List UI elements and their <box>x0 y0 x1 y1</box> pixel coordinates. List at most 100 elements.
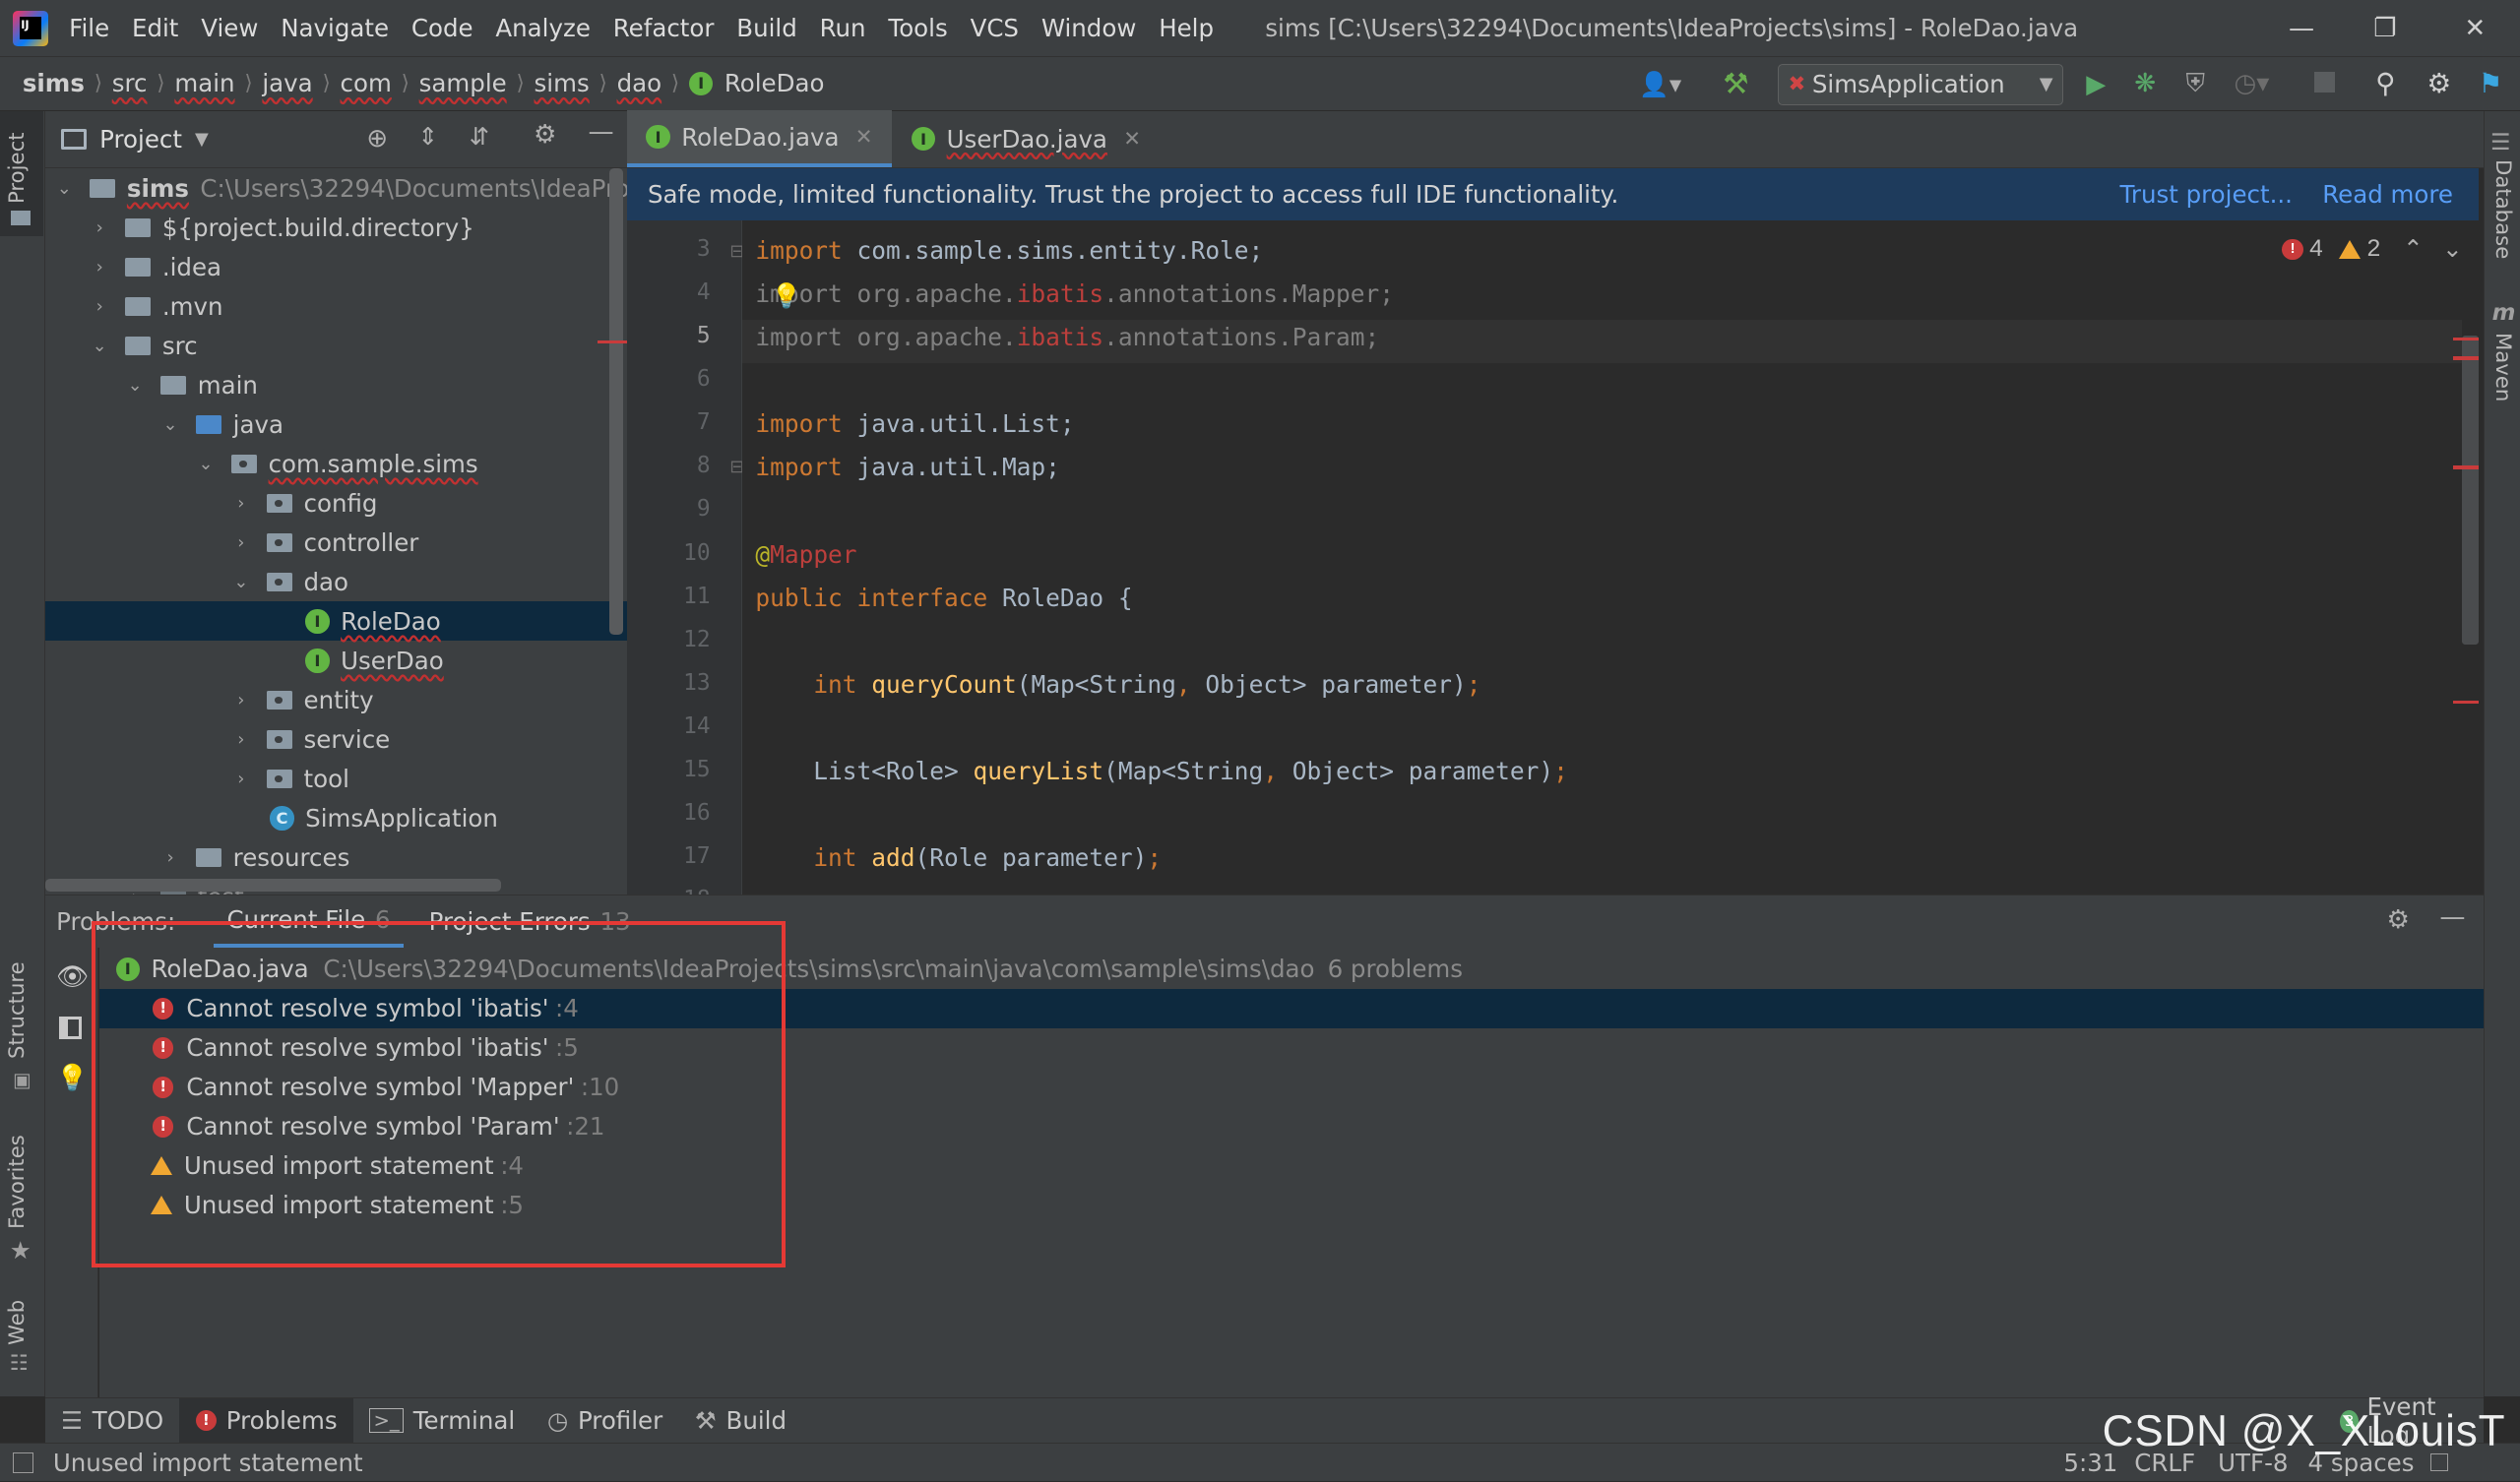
error-stripe-mark[interactable] <box>2452 700 2479 705</box>
code-editor[interactable]: import com.sample.sims.entity.Role; impo… <box>742 219 2463 895</box>
error-stripe-mark[interactable] <box>2452 356 2479 360</box>
run-config-select[interactable]: ✖ SimsApplication ▼ <box>1777 63 2064 106</box>
menu-window[interactable]: Window <box>1030 0 1147 56</box>
database-stripe-button[interactable]: Database <box>2490 159 2515 259</box>
chevron-right-icon[interactable]: › <box>231 769 251 789</box>
expand-all-icon[interactable]: ⇕ <box>417 122 438 151</box>
crumb-sims[interactable]: sims <box>23 69 85 97</box>
maven-stripe-button[interactable]: Maven <box>2490 333 2515 401</box>
tree-node-simsapplication[interactable]: C SimsApplication <box>270 798 498 837</box>
chevron-right-icon[interactable]: › <box>231 729 251 750</box>
menu-tools[interactable]: Tools <box>877 0 959 56</box>
chevron-right-icon[interactable]: › <box>231 690 251 710</box>
vertical-scrollbar[interactable] <box>608 168 624 635</box>
menu-analyze[interactable]: Analyze <box>484 0 601 56</box>
gear-icon[interactable]: ⚙ <box>2387 905 2410 935</box>
crumb-sample[interactable]: sample <box>419 69 507 97</box>
close-window-button[interactable]: ✕ <box>2430 0 2520 56</box>
tab-userdao[interactable]: I UserDao.java ✕ <box>892 110 1160 168</box>
debug-icon[interactable]: ❋ <box>2134 69 2156 98</box>
toggle-tool-windows-icon[interactable] <box>13 1451 34 1473</box>
chevron-right-icon[interactable]: › <box>90 217 109 238</box>
hide-panel-icon[interactable]: — <box>2439 902 2465 932</box>
lightbulb-icon[interactable]: 💡 <box>56 1064 89 1093</box>
coverage-icon[interactable]: ⛨ <box>2185 69 2205 99</box>
chevron-right-icon[interactable]: › <box>231 493 251 514</box>
web-stripe-button[interactable]: Web ☷ <box>0 1284 43 1381</box>
crumb-dao[interactable]: dao <box>617 69 662 97</box>
problems-button[interactable]: ! Problems <box>179 1397 353 1444</box>
crumb-com[interactable]: com <box>341 69 392 97</box>
tree-node-config[interactable]: › config <box>231 483 377 523</box>
crumb-roledao[interactable]: RoleDao <box>724 69 825 97</box>
lightbulb-icon[interactable]: 💡 <box>772 281 802 310</box>
tree-node-service[interactable]: › service <box>231 719 390 759</box>
chevron-right-icon[interactable]: › <box>90 296 109 317</box>
tree-node-entity[interactable]: › entity <box>231 680 373 719</box>
tree-node-package[interactable]: ⌄ com.sample.sims <box>196 444 477 483</box>
tree-node-tool[interactable]: › tool <box>231 759 349 798</box>
chevron-right-icon[interactable]: › <box>160 847 180 868</box>
chevron-down-icon[interactable]: ⌄ <box>54 178 74 199</box>
eye-icon[interactable]: 👁 <box>56 962 89 992</box>
tree-node-userdao[interactable]: I UserDao <box>305 641 444 680</box>
menu-view[interactable]: View <box>190 0 270 56</box>
error-stripe-mark[interactable] <box>2452 465 2479 469</box>
read-more-link[interactable]: Read more <box>2322 180 2453 209</box>
project-stripe-button[interactable]: Project <box>0 110 44 236</box>
menu-code[interactable]: Code <box>400 0 484 56</box>
tree-node-src[interactable]: ⌄ src <box>90 326 198 365</box>
next-highlight-icon[interactable]: ⌄ <box>2442 234 2463 264</box>
run-icon[interactable]: ▶ <box>2086 70 2106 99</box>
crumb-main[interactable]: main <box>174 69 234 97</box>
tab-roledao[interactable]: I RoleDao.java ✕ <box>626 109 893 168</box>
tree-node-controller[interactable]: › controller <box>231 523 418 562</box>
build-hammer-icon[interactable]: ⚒ <box>1723 67 1748 100</box>
chevron-right-icon[interactable]: › <box>90 257 109 278</box>
tree-node-roledao-selected[interactable]: I RoleDao <box>44 601 627 642</box>
terminal-button[interactable]: >_ Terminal <box>353 1398 532 1444</box>
locate-target-icon[interactable]: ⊕ <box>366 124 388 154</box>
chevron-down-icon[interactable]: ⌄ <box>160 414 180 435</box>
crumb-sims-pkg[interactable]: sims <box>535 69 590 97</box>
hide-panel-icon[interactable]: — <box>589 117 614 147</box>
structure-stripe-button[interactable]: Structure ▣ <box>0 947 43 1091</box>
tree-node-resources[interactable]: › resources <box>160 837 349 877</box>
code-with-me-icon[interactable]: ⚑ <box>2479 67 2503 99</box>
restore-button[interactable]: ❐ <box>2340 0 2429 56</box>
profile-icon[interactable]: ◷▾ <box>2234 69 2269 98</box>
settings-gear-icon[interactable]: ⚙ <box>2426 67 2451 99</box>
preview-icon[interactable] <box>59 1017 83 1040</box>
search-icon[interactable]: ⚲ <box>2375 67 2395 99</box>
menu-vcs[interactable]: VCS <box>959 0 1030 56</box>
tree-node-main[interactable]: ⌄ main <box>125 365 258 404</box>
menu-build[interactable]: Build <box>725 0 808 56</box>
chevron-down-icon[interactable]: ⌄ <box>90 336 109 356</box>
crumb-java[interactable]: java <box>262 69 312 97</box>
collapse-all-icon[interactable]: ⇵ <box>470 122 490 151</box>
menu-edit[interactable]: Edit <box>121 0 190 56</box>
menu-refactor[interactable]: Refactor <box>601 0 725 56</box>
trust-project-link[interactable]: Trust project... <box>2120 180 2293 209</box>
menu-file[interactable]: File <box>58 0 121 56</box>
chevron-right-icon[interactable]: › <box>231 532 251 553</box>
todo-button[interactable]: ☰ TODO <box>45 1398 180 1444</box>
crumb-src[interactable]: src <box>112 69 148 97</box>
chevron-down-icon[interactable]: ⌄ <box>196 454 216 474</box>
tree-node-dao[interactable]: ⌄ dao <box>231 562 348 601</box>
editor-scrollbar-thumb[interactable] <box>2462 336 2479 645</box>
previous-highlight-icon[interactable]: ⌃ <box>2403 234 2424 264</box>
build-button[interactable]: ⚒ Build <box>678 1398 802 1444</box>
user-icon[interactable]: 👤▾ <box>1639 70 1681 98</box>
gear-icon[interactable]: ⚙ <box>534 120 556 150</box>
menu-navigate[interactable]: Navigate <box>270 0 401 56</box>
chevron-down-icon[interactable]: ⌄ <box>125 375 145 396</box>
error-stripe-mark[interactable] <box>2452 337 2479 341</box>
tree-node-idea[interactable]: › .idea <box>90 247 221 286</box>
close-tab-icon[interactable]: ✕ <box>1123 127 1141 152</box>
tree-node-mvn[interactable]: › .mvn <box>90 286 223 326</box>
project-view-title[interactable]: Project <box>99 125 182 154</box>
menu-help[interactable]: Help <box>1148 0 1226 56</box>
tree-node-root[interactable]: ⌄ sims C:\Users\32294\Documents\IdeaProj… <box>54 168 627 208</box>
favorites-stripe-button[interactable]: Favorites ★ <box>0 1123 43 1267</box>
